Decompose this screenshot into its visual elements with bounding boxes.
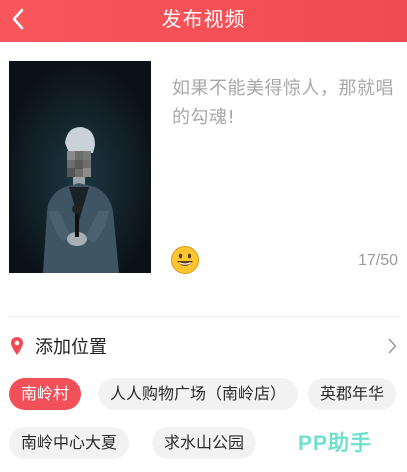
location-tag[interactable]: 人人购物广场（南岭店）	[98, 378, 299, 410]
location-tag[interactable]: 求水山公园	[152, 427, 257, 459]
add-location-row[interactable]: 添加位置	[0, 322, 407, 368]
emoji-button[interactable]	[170, 245, 200, 275]
location-tag-selected[interactable]: 南岭村	[9, 378, 82, 410]
watermark-logo: PP助手	[298, 432, 373, 455]
smiley-face-icon	[170, 246, 200, 279]
chevron-right-icon	[388, 338, 397, 358]
location-tag[interactable]: 南岭中心大夏	[9, 427, 130, 459]
location-tag[interactable]: 英郡年华	[308, 378, 397, 410]
top-bar: 发布视频	[0, 0, 407, 42]
divider	[9, 316, 398, 317]
character-counter: 17/50	[357, 252, 398, 269]
add-location-label: 添加位置	[35, 337, 107, 358]
caption-text[interactable]: 如果不能美得惊人，那就唱的勾魂!	[172, 74, 404, 132]
video-thumbnail[interactable]	[9, 61, 151, 273]
page-title: 发布视频	[161, 7, 246, 31]
location-pin-icon	[10, 336, 24, 360]
